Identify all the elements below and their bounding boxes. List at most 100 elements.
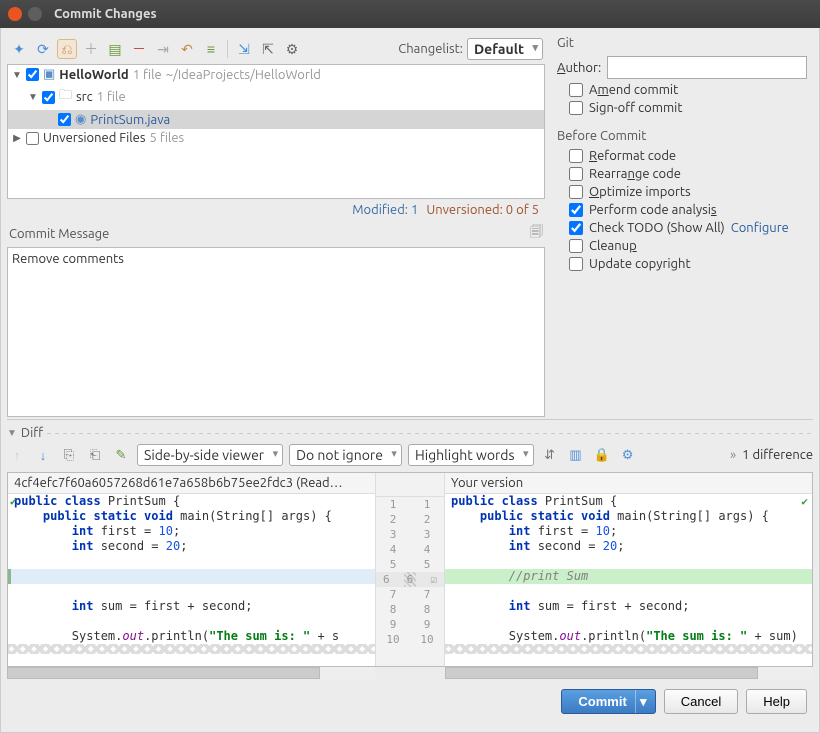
viewer-select[interactable]: Side-by-side viewer xyxy=(137,444,283,466)
show-diff-icon[interactable]: ✦ xyxy=(9,39,29,59)
unversioned-count: Unversioned: 0 of 5 xyxy=(426,203,539,217)
amend-checkbox[interactable] xyxy=(569,83,583,97)
checkbox[interactable] xyxy=(42,91,55,104)
commit-message-input[interactable] xyxy=(7,247,545,417)
close-icon[interactable] xyxy=(8,7,22,21)
new-changelist-icon[interactable]: ▤ xyxy=(105,39,125,59)
analysis-checkbox[interactable] xyxy=(569,203,583,217)
optimize-label: Optimize imports xyxy=(589,185,691,199)
tree-meta: 5 files xyxy=(150,131,185,145)
expand-icon[interactable]: ▶ xyxy=(12,132,22,144)
tree-row-src[interactable]: ▼ 🗀 src 1 file xyxy=(8,84,544,110)
remove-icon[interactable]: － xyxy=(129,39,149,59)
vcs-section-label: Git xyxy=(557,36,807,50)
changelist-label: Changelist: xyxy=(398,42,463,56)
reformat-checkbox[interactable] xyxy=(569,149,583,163)
check-icon: ✔ xyxy=(801,495,808,508)
signoff-label: Sign-off commit xyxy=(589,101,682,115)
diff-gutter: 11 22 33 44 55 66☑ 77 88 99 1010 xyxy=(375,473,445,666)
checkbox[interactable] xyxy=(26,68,39,81)
add-icon[interactable]: ＋ xyxy=(81,39,101,59)
changes-tree[interactable]: ▼ ▣ HelloWorld 1 file ~/IdeaProjects/Hel… xyxy=(7,64,545,199)
expand-icon[interactable]: » xyxy=(730,448,736,462)
todo-checkbox[interactable] xyxy=(569,221,583,235)
collapse-unchanged-icon[interactable]: ⇵ xyxy=(540,445,560,465)
tree-row-root[interactable]: ▼ ▣ HelloWorld 1 file ~/IdeaProjects/Hel… xyxy=(8,65,544,84)
cleanup-label: Cleanup xyxy=(589,239,637,253)
window-titlebar: Commit Changes xyxy=(0,0,820,28)
compare-prev-file-icon[interactable]: ⎘ xyxy=(59,445,79,465)
jump-to-source-icon[interactable]: ✎ xyxy=(111,445,131,465)
copyright-checkbox[interactable] xyxy=(569,257,583,271)
author-label: Author: xyxy=(557,61,601,75)
tree-row-file[interactable]: ◉ PrintSum.java xyxy=(8,110,544,129)
optimize-checkbox[interactable] xyxy=(569,185,583,199)
expand-all-icon[interactable]: ⇲ xyxy=(234,39,254,59)
diff-count: 1 difference xyxy=(742,448,813,462)
settings-icon[interactable]: ⚙ xyxy=(282,39,302,59)
todo-configure-link[interactable]: Configure xyxy=(731,221,789,235)
checkbox[interactable] xyxy=(26,132,39,145)
help-button[interactable]: Help xyxy=(746,689,807,714)
cancel-button[interactable]: Cancel xyxy=(664,689,738,714)
tree-label: Unversioned Files xyxy=(43,131,146,145)
cleanup-checkbox[interactable] xyxy=(569,239,583,253)
amend-label: Amend commit xyxy=(589,83,678,97)
diff-viewer: 4cf4efc7f60a6057268d61e7a658b6b75ee2fdc3… xyxy=(7,472,813,667)
chevron-down-icon[interactable]: ▾ xyxy=(635,690,651,713)
diff-settings-icon[interactable]: ⚙ xyxy=(618,445,638,465)
commit-message-label: Commit Message xyxy=(9,227,109,241)
expand-icon[interactable]: ▼ xyxy=(28,91,38,103)
changes-toolbar: ✦ ⟳ ⎌ ＋ ▤ － ⇥ ↶ ≡ ⇲ ⇱ ⚙ Changelist: Defa… xyxy=(7,34,545,64)
revert-icon[interactable]: ⎌ xyxy=(57,39,77,59)
module-icon: ▣ xyxy=(43,67,55,82)
tree-row-unversioned[interactable]: ▶ Unversioned Files 5 files xyxy=(8,129,544,147)
expand-icon[interactable]: ▼ xyxy=(12,69,22,81)
group-by-icon[interactable]: ≡ xyxy=(201,39,221,59)
diff-section-label: Diff xyxy=(21,426,43,440)
tree-meta: 1 file xyxy=(133,68,162,82)
copyright-label: Update copyright xyxy=(589,257,691,271)
status-line: Modified: 1 Unversioned: 0 of 5 xyxy=(7,199,545,221)
rollback-icon[interactable]: ↶ xyxy=(177,39,197,59)
author-input[interactable] xyxy=(607,56,807,79)
window-title: Commit Changes xyxy=(54,7,157,21)
checkbox[interactable] xyxy=(58,113,71,126)
move-to-icon[interactable]: ⇥ xyxy=(153,39,173,59)
rearrange-checkbox[interactable] xyxy=(569,167,583,181)
sync-scroll-icon[interactable]: ▥ xyxy=(566,445,586,465)
todo-label: Check TODO (Show All) xyxy=(589,221,725,235)
refresh-icon[interactable]: ⟳ xyxy=(33,39,53,59)
check-icon: ✔ xyxy=(10,495,17,508)
commit-button[interactable]: Commit▾ xyxy=(561,689,655,714)
diff-right-code[interactable]: ✔ public class PrintSum { public static … xyxy=(445,494,812,666)
tree-label: src xyxy=(76,90,93,104)
minimize-icon[interactable] xyxy=(28,7,42,21)
reformat-label: Reformat code xyxy=(589,149,676,163)
tree-meta: 1 file xyxy=(97,90,126,104)
compare-next-file-icon[interactable]: ⎗ xyxy=(85,445,105,465)
lock-icon[interactable]: 🔒 xyxy=(592,445,612,465)
collapse-all-icon[interactable]: ⇱ xyxy=(258,39,278,59)
before-commit-label: Before Commit xyxy=(557,129,807,143)
changelist-select[interactable]: Default xyxy=(467,38,543,60)
tree-label: PrintSum.java xyxy=(90,113,170,127)
signoff-checkbox[interactable] xyxy=(569,101,583,115)
ignore-select[interactable]: Do not ignore xyxy=(289,444,402,466)
next-diff-icon[interactable]: ↓ xyxy=(33,445,53,465)
history-icon[interactable]: 🗐 xyxy=(530,223,543,245)
rearrange-label: Rearrange code xyxy=(589,167,681,181)
analysis-label: Perform code analysis xyxy=(589,203,717,217)
diff-left-title: 4cf4efc7f60a6057268d61e7a658b6b75ee2fdc3… xyxy=(8,473,375,494)
tree-label: HelloWorld xyxy=(59,68,128,82)
diff-left-code[interactable]: ✔ public class PrintSum { public static … xyxy=(8,494,375,666)
diff-toolbar: ↑ ↓ ⎘ ⎗ ✎ Side-by-side viewer Do not ign… xyxy=(7,442,813,472)
modified-count: Modified: 1 xyxy=(352,203,418,217)
highlight-select[interactable]: Highlight words xyxy=(408,444,534,466)
prev-diff-icon[interactable]: ↑ xyxy=(7,445,27,465)
java-file-icon: ◉ xyxy=(75,112,86,127)
collapse-diff-icon[interactable]: ▼ xyxy=(7,427,17,439)
tree-meta: ~/IdeaProjects/HelloWorld xyxy=(166,68,321,82)
diff-right-title: Your version xyxy=(445,473,812,494)
dialog-footer: Commit▾ Cancel Help xyxy=(7,679,813,718)
